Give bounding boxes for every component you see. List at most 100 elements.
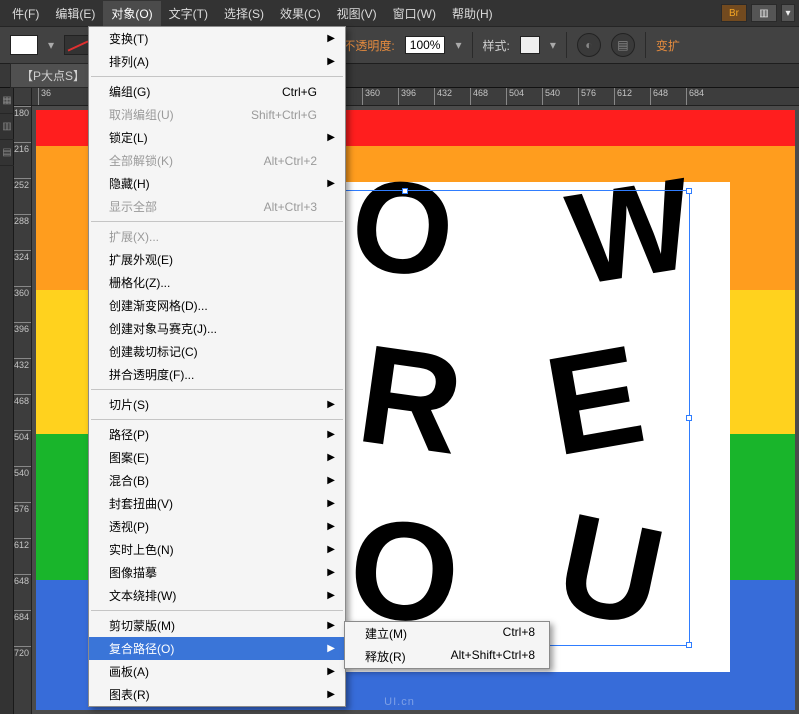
chevron-down-icon[interactable]: ▾ bbox=[781, 4, 795, 22]
menu-separator bbox=[91, 76, 343, 77]
tool-slot[interactable]: ▦ bbox=[0, 88, 14, 114]
submenu-arrow-icon: ▶ bbox=[327, 521, 335, 532]
menu-item[interactable]: 路径(P) ▶ bbox=[89, 423, 345, 446]
menu-item-label: 实时上色(N) bbox=[109, 541, 174, 558]
menu-item[interactable]: 扩展外观(E) bbox=[89, 248, 345, 271]
menu-item-label: 编组(G) bbox=[109, 83, 150, 100]
menu-item[interactable]: 拼合透明度(F)... bbox=[89, 363, 345, 386]
menu-item-label: 透视(P) bbox=[109, 518, 149, 535]
menu-item-label: 全部解锁(K) bbox=[109, 152, 173, 169]
submenu-arrow-icon: ▶ bbox=[327, 178, 335, 189]
menu-item-shortcut: Ctrl+G bbox=[282, 85, 317, 99]
submenu-arrow-icon: ▶ bbox=[327, 666, 335, 677]
document-tab[interactable]: 【P大点S】 bbox=[10, 63, 96, 88]
submenu-arrow-icon: ▶ bbox=[327, 643, 335, 654]
align-icon[interactable]: ▤ bbox=[611, 33, 635, 57]
bridge-icon[interactable]: Br bbox=[721, 4, 747, 22]
menu-edit[interactable]: 编辑(E) bbox=[47, 1, 103, 26]
opacity-label: 不透明度: bbox=[343, 37, 394, 54]
style-swatch[interactable] bbox=[520, 36, 540, 54]
menubar: 件(F) 编辑(E) 对象(O) 文字(T) 选择(S) 效果(C) 视图(V)… bbox=[0, 0, 799, 26]
menu-item[interactable]: 剪切蒙版(M) ▶ bbox=[89, 614, 345, 637]
menu-window[interactable]: 窗口(W) bbox=[385, 1, 444, 26]
menu-item-label: 切片(S) bbox=[109, 396, 149, 413]
menu-item-label: 复合路径(O) bbox=[109, 640, 174, 657]
menu-item-label: 图案(E) bbox=[109, 449, 149, 466]
workspace-switcher-icon[interactable]: ▥ bbox=[751, 4, 777, 22]
menu-item[interactable]: 创建对象马赛克(J)... bbox=[89, 317, 345, 340]
menu-separator bbox=[91, 221, 343, 222]
menu-item-label: 变换(T) bbox=[109, 30, 148, 47]
menu-item-shortcut: Alt+Ctrl+3 bbox=[264, 200, 317, 214]
submenu-arrow-icon: ▶ bbox=[327, 56, 335, 67]
menu-item-label: 创建对象马赛克(J)... bbox=[109, 320, 217, 337]
menu-effect[interactable]: 效果(C) bbox=[272, 1, 329, 26]
menu-item[interactable]: 编组(G) Ctrl+G bbox=[89, 80, 345, 103]
tool-slot[interactable]: ▤ bbox=[0, 140, 14, 166]
menu-item-label: 拼合透明度(F)... bbox=[109, 366, 194, 383]
menu-item[interactable]: 图案(E)▶ bbox=[89, 446, 345, 469]
menu-item-shortcut: Alt+Ctrl+2 bbox=[264, 154, 317, 168]
menu-item[interactable]: 文本绕排(W)▶ bbox=[89, 584, 345, 607]
menu-item-label: 隐藏(H) bbox=[109, 175, 150, 192]
menu-type[interactable]: 文字(T) bbox=[161, 1, 216, 26]
tool-strip: ▦ ▥ ▤ bbox=[0, 88, 14, 714]
menu-item[interactable]: 栅格化(Z)... bbox=[89, 271, 345, 294]
menu-item[interactable]: 排列(A) ▶ bbox=[89, 50, 345, 73]
submenu-release[interactable]: 释放(R)Alt+Shift+Ctrl+8 bbox=[345, 645, 549, 668]
menu-item[interactable]: 切片(S)▶ bbox=[89, 393, 345, 416]
menu-item[interactable]: 图表(R)▶ bbox=[89, 683, 345, 706]
menu-item-label: 剪切蒙版(M) bbox=[109, 617, 175, 634]
menu-item-label: 显示全部 bbox=[109, 198, 157, 215]
menu-item-label: 锁定(L) bbox=[109, 129, 148, 146]
menu-item-label: 混合(B) bbox=[109, 472, 149, 489]
menu-item-label: 路径(P) bbox=[109, 426, 149, 443]
menu-item-label: 栅格化(Z)... bbox=[109, 274, 170, 291]
menu-item[interactable]: 混合(B) ▶ bbox=[89, 469, 345, 492]
menu-item: 取消编组(U) Shift+Ctrl+G bbox=[89, 103, 345, 126]
menu-item-label: 创建渐变网格(D)... bbox=[109, 297, 208, 314]
transform-link[interactable]: 变扩 bbox=[656, 37, 680, 54]
menu-item[interactable]: 创建渐变网格(D)... bbox=[89, 294, 345, 317]
menu-item: 显示全部 Alt+Ctrl+3 bbox=[89, 195, 345, 218]
menu-file[interactable]: 件(F) bbox=[4, 1, 47, 26]
menu-item[interactable]: 创建裁切标记(C) bbox=[89, 340, 345, 363]
menu-item-label: 排列(A) bbox=[109, 53, 149, 70]
tool-slot[interactable]: ▥ bbox=[0, 114, 14, 140]
menu-item-label: 画板(A) bbox=[109, 663, 149, 680]
menu-item-label: 取消编组(U) bbox=[109, 106, 174, 123]
submenu-arrow-icon: ▶ bbox=[327, 498, 335, 509]
menu-object[interactable]: 对象(O) bbox=[103, 1, 160, 26]
submenu-arrow-icon: ▶ bbox=[327, 590, 335, 601]
menu-item[interactable]: 隐藏(H) ▶ bbox=[89, 172, 345, 195]
fill-swatch[interactable] bbox=[10, 35, 38, 55]
submenu-arrow-icon: ▶ bbox=[327, 689, 335, 700]
menu-select[interactable]: 选择(S) bbox=[216, 1, 272, 26]
vertical-ruler[interactable]: 180 216 252 288 324 360 396 432 468 504 … bbox=[14, 106, 32, 714]
menu-item[interactable]: 锁定(L)▶ bbox=[89, 126, 345, 149]
submenu-make[interactable]: 建立(M)Ctrl+8 bbox=[345, 622, 549, 645]
ruler-origin[interactable] bbox=[14, 88, 32, 106]
menu-separator bbox=[91, 610, 343, 611]
menu-item-shortcut: Shift+Ctrl+G bbox=[251, 108, 317, 122]
menu-item-label: 扩展外观(E) bbox=[109, 251, 173, 268]
object-menu: 变换(T) ▶ 排列(A) ▶ 编组(G) Ctrl+G 取消编组(U) Shift+Ctrl… bbox=[88, 26, 346, 707]
menu-view[interactable]: 视图(V) bbox=[329, 1, 385, 26]
menu-help[interactable]: 帮助(H) bbox=[444, 1, 501, 26]
menu-item[interactable]: 实时上色(N) ▶ bbox=[89, 538, 345, 561]
menu-item[interactable]: 画板(A) ▶ bbox=[89, 660, 345, 683]
menu-item[interactable]: 复合路径(O) ▶ bbox=[89, 637, 345, 660]
submenu-arrow-icon: ▶ bbox=[327, 475, 335, 486]
style-label: 样式: bbox=[483, 37, 510, 54]
submenu-arrow-icon: ▶ bbox=[327, 544, 335, 555]
recolor-icon[interactable]: ◐ bbox=[577, 33, 601, 57]
submenu-arrow-icon: ▶ bbox=[327, 620, 335, 631]
submenu-arrow-icon: ▶ bbox=[327, 429, 335, 440]
menu-item[interactable]: 变换(T) ▶ bbox=[89, 27, 345, 50]
menu-item-label: 创建裁切标记(C) bbox=[109, 343, 198, 360]
submenu-arrow-icon: ▶ bbox=[327, 33, 335, 44]
menu-item[interactable]: 封套扭曲(V)▶ bbox=[89, 492, 345, 515]
menu-item[interactable]: 图像描摹▶ bbox=[89, 561, 345, 584]
menu-item[interactable]: 透视(P) ▶ bbox=[89, 515, 345, 538]
opacity-field[interactable]: 100% bbox=[405, 36, 446, 54]
